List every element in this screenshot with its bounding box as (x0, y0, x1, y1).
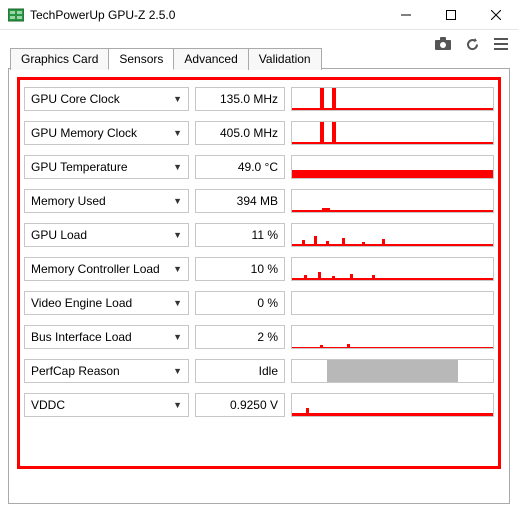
sensor-value: 135.0 MHz (195, 87, 285, 111)
chevron-down-icon: ▼ (173, 400, 182, 410)
sensor-label-text: GPU Temperature (31, 160, 128, 174)
sensor-row: Video Engine Load ▼ 0 % (24, 290, 494, 316)
sensor-label-dropdown[interactable]: PerfCap Reason ▼ (24, 359, 189, 383)
sensor-row: VDDC ▼ 0.9250 V (24, 392, 494, 418)
tabs: Graphics Card Sensors Advanced Validatio… (10, 48, 321, 70)
sensor-row: Bus Interface Load ▼ 2 % (24, 324, 494, 350)
sensor-label-dropdown[interactable]: Video Engine Load ▼ (24, 291, 189, 315)
sensor-label-text: GPU Memory Clock (31, 126, 137, 140)
sensor-row: GPU Temperature ▼ 49.0 °C (24, 154, 494, 180)
tab-graphics-card[interactable]: Graphics Card (10, 48, 109, 70)
sensor-label-text: PerfCap Reason (31, 364, 120, 378)
chevron-down-icon: ▼ (173, 128, 182, 138)
chevron-down-icon: ▼ (173, 162, 182, 172)
chevron-down-icon: ▼ (173, 332, 182, 342)
sensors-panel: GPU Core Clock ▼ 135.0 MHz GPU Memory Cl… (8, 68, 510, 504)
sensor-label-dropdown[interactable]: VDDC ▼ (24, 393, 189, 417)
menu-icon[interactable] (494, 38, 508, 50)
sensor-label-text: Memory Controller Load (31, 262, 160, 276)
sensor-label-dropdown[interactable]: GPU Temperature ▼ (24, 155, 189, 179)
sensor-graph[interactable] (291, 325, 494, 349)
highlight-box: GPU Core Clock ▼ 135.0 MHz GPU Memory Cl… (17, 77, 501, 469)
sensor-label-dropdown[interactable]: Bus Interface Load ▼ (24, 325, 189, 349)
sensor-value: 2 % (195, 325, 285, 349)
window-buttons (383, 0, 518, 29)
chevron-down-icon: ▼ (173, 94, 182, 104)
chevron-down-icon: ▼ (173, 196, 182, 206)
chevron-down-icon: ▼ (173, 298, 182, 308)
chevron-down-icon: ▼ (173, 366, 182, 376)
sensor-value: 0.9250 V (195, 393, 285, 417)
chevron-down-icon: ▼ (173, 230, 182, 240)
sensor-label-dropdown[interactable]: GPU Load ▼ (24, 223, 189, 247)
sensor-row: GPU Core Clock ▼ 135.0 MHz (24, 86, 494, 112)
sensor-value: 11 % (195, 223, 285, 247)
tab-advanced[interactable]: Advanced (173, 48, 248, 70)
sensor-label-dropdown[interactable]: GPU Memory Clock ▼ (24, 121, 189, 145)
sensor-row: Memory Controller Load ▼ 10 % (24, 256, 494, 282)
sensor-row: GPU Memory Clock ▼ 405.0 MHz (24, 120, 494, 146)
sensor-graph[interactable] (291, 291, 494, 315)
sensor-row: Memory Used ▼ 394 MB (24, 188, 494, 214)
sensor-label-dropdown[interactable]: Memory Used ▼ (24, 189, 189, 213)
sensor-graph[interactable] (291, 257, 494, 281)
tab-validation[interactable]: Validation (248, 48, 322, 70)
sensor-label-text: Video Engine Load (31, 296, 132, 310)
sensor-graph[interactable] (291, 121, 494, 145)
sensor-label-text: VDDC (31, 398, 65, 412)
titlebar: TechPowerUp GPU-Z 2.5.0 (0, 0, 518, 30)
sensor-label-dropdown[interactable]: Memory Controller Load ▼ (24, 257, 189, 281)
sensor-label-text: Bus Interface Load (31, 330, 132, 344)
sensor-graph[interactable] (291, 87, 494, 111)
minimize-button[interactable] (383, 0, 428, 30)
window-title: TechPowerUp GPU-Z 2.5.0 (30, 8, 383, 22)
sensor-graph[interactable] (291, 155, 494, 179)
sensor-value: 10 % (195, 257, 285, 281)
sensor-value: 0 % (195, 291, 285, 315)
chevron-down-icon: ▼ (173, 264, 182, 274)
sensor-row: GPU Load ▼ 11 % (24, 222, 494, 248)
maximize-button[interactable] (428, 0, 473, 30)
sensor-label-dropdown[interactable]: GPU Core Clock ▼ (24, 87, 189, 111)
sensor-value: 394 MB (195, 189, 285, 213)
refresh-icon[interactable] (465, 37, 480, 52)
sensor-graph[interactable] (291, 393, 494, 417)
sensor-graph[interactable] (291, 189, 494, 213)
sensor-graph[interactable] (291, 359, 494, 383)
sensor-value: 49.0 °C (195, 155, 285, 179)
sensor-row: PerfCap Reason ▼ Idle (24, 358, 494, 384)
sensor-label-text: GPU Core Clock (31, 92, 120, 106)
camera-icon[interactable] (435, 37, 451, 51)
sensor-value: Idle (195, 359, 285, 383)
sensor-value: 405.0 MHz (195, 121, 285, 145)
sensor-label-text: Memory Used (31, 194, 106, 208)
sensor-graph[interactable] (291, 223, 494, 247)
app-icon (8, 7, 24, 23)
sensor-label-text: GPU Load (31, 228, 87, 242)
close-button[interactable] (473, 0, 518, 30)
tab-sensors[interactable]: Sensors (108, 48, 174, 70)
